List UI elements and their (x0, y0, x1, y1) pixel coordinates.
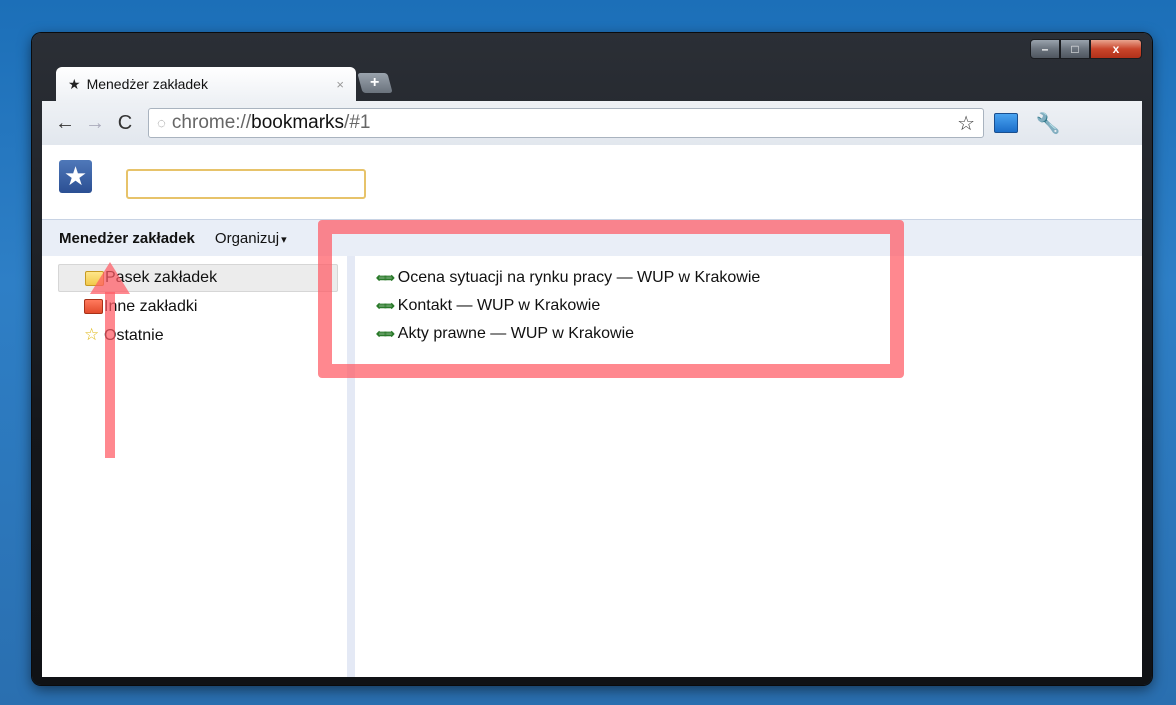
reload-button[interactable]: C (110, 112, 140, 135)
bookmarks-logo-icon: ★ (59, 160, 92, 193)
url-host: bookmarks (251, 112, 345, 133)
organize-label: Organizuj (214, 229, 280, 247)
bookmark-star-icon[interactable]: ☆ (957, 111, 975, 136)
toolbar: ← → C ◌ chrome://bookmarks/#1 ☆ 🔧 (42, 101, 1142, 145)
list-item[interactable]: ⇚⇛ Akty prawne — WUP w Krakowie (376, 322, 634, 346)
star-icon: ☆ (84, 325, 100, 344)
page-title: Menedżer zakładek (59, 229, 195, 247)
list-item[interactable]: ⇚⇛ Kontakt — WUP w Krakowie (376, 294, 600, 318)
bookmark-title: Kontakt — WUP w Krakowie (397, 297, 601, 314)
tree-item-other-bookmarks[interactable]: Inne zakładki (58, 293, 197, 321)
folder-icon (84, 299, 103, 314)
address-bar[interactable]: ◌ chrome://bookmarks/#1 ☆ (148, 108, 984, 138)
annotation-arrow-head (90, 262, 130, 294)
forward-button[interactable]: → (80, 112, 110, 135)
close-icon[interactable]: × (336, 77, 344, 92)
plus-icon: + (370, 74, 380, 91)
back-button[interactable]: ← (50, 112, 80, 135)
annotation-arrow-shaft (105, 292, 115, 458)
bookmarks-manager-page: ★ Menedżer zakładek Organizuj ▾ Pasek zak… (42, 145, 1142, 677)
browser-window: – □ x ★ Menedżer zakładek × + ← → C ◌ ch… (32, 33, 1152, 685)
globe-icon: ◌ (157, 114, 166, 132)
new-tab-button[interactable]: + (357, 73, 393, 93)
list-item[interactable]: ⇚⇛ Ocena sytuacji na rynku pracy — WUP w… (376, 266, 760, 290)
tab-bookmarks-manager[interactable]: ★ Menedżer zakładek × (56, 67, 356, 101)
window-controls: – □ x (1030, 39, 1142, 59)
menu-bar: Menedżer zakładek Organizuj ▾ (42, 219, 1142, 256)
header: ★ (42, 145, 1142, 219)
maximize-button[interactable]: □ (1060, 39, 1090, 59)
wrench-icon[interactable]: 🔧 (1030, 111, 1066, 136)
link-icon: ⇚⇛ (376, 326, 395, 341)
url-path: /#1 (344, 112, 371, 133)
minimize-button[interactable]: – (1030, 39, 1060, 59)
search-input[interactable] (126, 169, 366, 199)
bookmark-title: Akty prawne — WUP w Krakowie (397, 325, 635, 342)
tree-item-label: Inne zakładki (104, 298, 198, 315)
url-scheme: chrome:// (171, 112, 252, 133)
close-window-button[interactable]: x (1090, 39, 1142, 59)
link-icon: ⇚⇛ (376, 270, 395, 285)
folder-tree: Pasek zakładek Inne zakładki ☆ Ostatnie (42, 256, 355, 677)
star-icon: ★ (68, 75, 81, 92)
link-icon: ⇚⇛ (376, 298, 395, 313)
screen-capture-icon[interactable] (994, 113, 1018, 133)
bookmark-title: Ocena sytuacji na rynku pracy — WUP w Kr… (397, 269, 761, 286)
tab-title: Menedżer zakładek (86, 76, 208, 92)
chevron-down-icon: ▾ (281, 233, 287, 246)
bookmark-list: ⇚⇛ Ocena sytuacji na rynku pracy — WUP w… (358, 256, 1142, 677)
organize-menu[interactable]: Organizuj ▾ (215, 230, 287, 247)
